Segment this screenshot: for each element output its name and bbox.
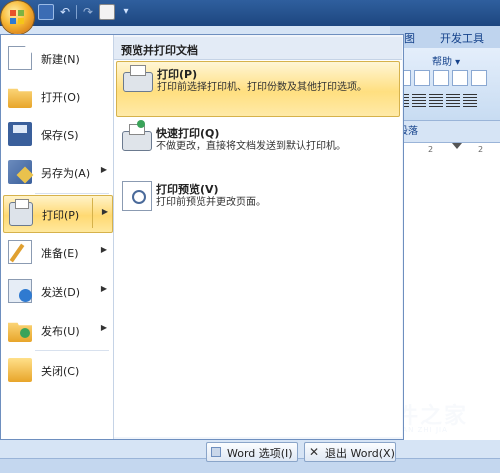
office-button[interactable] — [1, 1, 34, 34]
office-menu: 新建(N) 打开(O) 保存(S) 另存为(A) ▶ 打印(P) ▶ 准备(E)… — [0, 34, 404, 440]
print-submenu: 预览并打印文档 打印(P) 打印前选择打印机、打印份数及其他打印选项。 快速打印… — [114, 37, 402, 437]
indent-marker-icon[interactable] — [452, 143, 462, 149]
menu-item-send[interactable]: 发送(D) ▶ — [3, 273, 111, 309]
ruler: 2 2 — [390, 142, 500, 158]
quick-print-icon — [122, 120, 152, 151]
office-menu-commands: 新建(N) 打开(O) 保存(S) 另存为(A) ▶ 打印(P) ▶ 准备(E)… — [1, 35, 114, 439]
submenu-item-title: 打印预览(V) — [156, 183, 219, 196]
submenu-item-desc: 不做更改，直接将文档发送到默认打印机。 — [156, 141, 346, 152]
submenu-header: 预览并打印文档 — [114, 37, 402, 60]
close-x-icon: ✕ — [309, 445, 320, 459]
submenu-item-title: 快速打印(Q) — [156, 127, 220, 140]
submenu-arrow-icon: ▶ — [100, 323, 107, 332]
menu-item-publish[interactable]: 发布(U) ▶ — [3, 312, 111, 348]
menu-item-label: 打印(P) — [42, 209, 80, 222]
save-disk-icon — [8, 122, 32, 146]
word-options-button[interactable]: Word 选项(I) — [206, 442, 298, 462]
qat-undo-icon[interactable]: ↶ — [58, 5, 72, 19]
align-right-icon[interactable] — [429, 94, 443, 108]
menu-item-prepare[interactable]: 准备(E) ▶ — [3, 234, 111, 270]
menu-item-save-as[interactable]: 另存为(A) ▶ — [3, 154, 111, 190]
close-folder-icon — [8, 358, 32, 382]
ruler-tick: 2 — [428, 145, 434, 154]
menu-item-label: 保存(S) — [41, 129, 79, 142]
qat-redo-icon[interactable]: ↷ — [81, 5, 95, 19]
help-label: 帮助 — [432, 57, 452, 68]
menu-item-label: 准备(E) — [41, 247, 79, 260]
numbering-button[interactable] — [414, 70, 430, 86]
exit-word-button[interactable]: ✕ 退出 Word(X) — [304, 442, 396, 462]
printer-icon — [123, 65, 153, 92]
menu-item-open[interactable]: 打开(O) — [3, 78, 111, 114]
menu-item-label: 发布(U) — [41, 325, 80, 338]
open-folder-icon — [8, 88, 32, 108]
multilevel-button[interactable] — [433, 70, 449, 86]
qat-separator — [76, 5, 77, 19]
tab-view[interactable]: 图 — [404, 30, 415, 46]
justify-icon[interactable] — [446, 94, 460, 108]
menu-item-print[interactable]: 打印(P) ▶ — [3, 195, 113, 233]
qat-customize-icon[interactable]: ▾ — [119, 5, 133, 19]
submenu-item-title: 打印(P) — [157, 68, 198, 81]
publish-icon — [8, 322, 32, 342]
new-document-icon — [8, 46, 32, 70]
menu-item-save[interactable]: 保存(S) — [3, 116, 111, 152]
qat-print-preview-icon[interactable] — [99, 4, 115, 20]
align-center-icon[interactable] — [412, 94, 426, 108]
submenu-arrow-icon[interactable]: ▶ — [102, 207, 108, 216]
menu-item-label: 打开(O) — [41, 91, 81, 104]
submenu-arrow-icon: ▶ — [100, 165, 107, 174]
menu-divider — [35, 350, 109, 351]
options-icon — [211, 447, 221, 457]
menu-item-new[interactable]: 新建(N) — [3, 40, 111, 76]
printer-icon — [9, 199, 33, 226]
print-preview-icon — [122, 181, 152, 211]
sort-button[interactable] — [452, 70, 468, 86]
word-options-label: Word 选项(I) — [227, 447, 293, 460]
submenu-item-print[interactable]: 打印(P) 打印前选择打印机、打印份数及其他打印选项。 — [116, 61, 400, 117]
ribbon-align-row — [395, 94, 477, 108]
menu-item-label: 另存为(A) — [41, 167, 91, 180]
tab-developer[interactable]: 开发工具 — [440, 30, 484, 46]
menu-item-label: 发送(D) — [41, 286, 81, 299]
submenu-item-desc: 打印前预览并更改页面。 — [156, 197, 266, 208]
office-logo-icon — [10, 10, 25, 25]
quick-access-toolbar: ↶ ↷ ▾ — [38, 3, 133, 21]
submenu-arrow-icon: ▶ — [100, 284, 107, 293]
menu-item-label: 新建(N) — [41, 53, 80, 66]
submenu-item-desc: 打印前选择打印机、打印份数及其他打印选项。 — [157, 82, 367, 93]
distribute-icon[interactable] — [463, 94, 477, 108]
submenu-item-print-preview[interactable]: 打印预览(V) 打印前预览并更改页面。 — [116, 177, 400, 223]
exit-word-label: 退出 Word(X) — [325, 447, 395, 460]
menu-divider — [35, 193, 109, 194]
qat-save-icon[interactable] — [38, 4, 54, 20]
help-menu[interactable]: 帮助 ▾ — [432, 53, 460, 68]
menu-item-label: 关闭(C) — [41, 365, 80, 378]
send-icon — [8, 279, 32, 303]
submenu-title: 预览并打印文档 — [121, 44, 198, 57]
menu-item-close[interactable]: 关闭(C) — [3, 352, 111, 388]
submenu-arrow-icon: ▶ — [100, 245, 107, 254]
prepare-icon — [8, 240, 32, 264]
submenu-item-quick-print[interactable]: 快速打印(Q) 不做更改，直接将文档发送到默认打印机。 — [116, 120, 400, 167]
save-as-icon — [8, 160, 32, 184]
table-button[interactable] — [471, 70, 487, 86]
ruler-tick: 2 — [478, 145, 484, 154]
ribbon-button-row — [395, 70, 487, 86]
split-divider — [92, 198, 93, 228]
